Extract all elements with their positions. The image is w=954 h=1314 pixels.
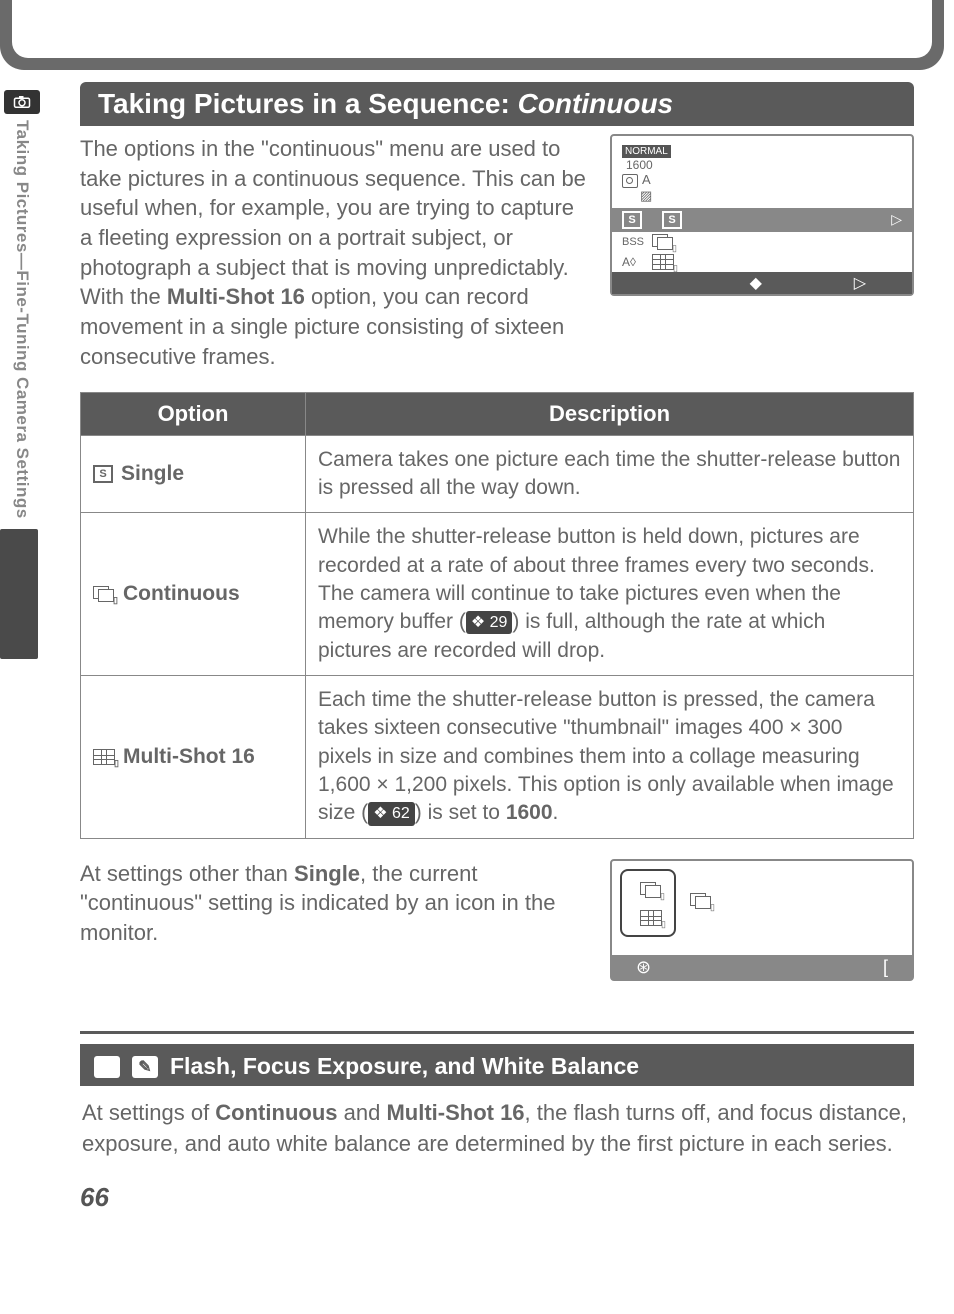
options-table: OptionDescription SSingle Camera takes o… xyxy=(80,392,914,839)
indicator-note: At settings other than Single, the curre… xyxy=(80,859,590,948)
intro-paragraph: The options in the "continuous" menu are… xyxy=(80,134,592,372)
col-option: Option xyxy=(81,392,306,435)
col-description: Description xyxy=(306,392,914,435)
battery-icon: [ xyxy=(883,955,888,979)
flash-status-icon: ⊛ xyxy=(636,955,651,979)
note-body: At settings of Continuous and Multi-Shot… xyxy=(80,1086,914,1172)
indicator-highlight-box: ▯ ▯ xyxy=(620,869,676,938)
table-row: ▯Multi-Shot 16 Each time the shutter-rel… xyxy=(81,675,914,838)
table-row: SSingle Camera takes one picture each ti… xyxy=(81,435,914,513)
mode-a: A xyxy=(642,172,651,187)
note-heading: ✎Flash, Focus Exposure, and White Balanc… xyxy=(80,1044,914,1086)
menu-screenshot: NORMAL 1600 A ▨ SS▷ BSS▯ A◊▯ ◆▷ xyxy=(610,134,914,296)
menu-row-ao: A◊▯ xyxy=(612,252,912,272)
single-desc: Camera takes one picture each time the s… xyxy=(306,435,914,513)
side-section-label: Taking Pictures—Fine-Tuning Camera Setti… xyxy=(12,120,32,519)
multishot-icon: ▯ xyxy=(640,910,662,926)
menu-row-single-selected: SS▷ xyxy=(612,208,912,232)
camera-mode-icon xyxy=(4,90,40,114)
camera-icon xyxy=(622,174,638,188)
page-ref-badge: ❖ 29 xyxy=(466,611,513,635)
side-tab-strip: Taking Pictures—Fine-Tuning Camera Setti… xyxy=(0,90,44,730)
indicator-screenshot: ▯ ▯ ▯ ⊛ [ xyxy=(610,859,914,982)
table-row: ▯Continuous While the shutter-release bu… xyxy=(81,513,914,676)
continuous-icon: ▯ xyxy=(690,893,712,909)
page-title: Taking Pictures in a Sequence: Continuou… xyxy=(80,82,914,126)
note-icon: ✎ xyxy=(132,1056,158,1078)
multishot-icon: ▯ xyxy=(652,254,674,270)
multishot-icon: ▯ xyxy=(93,749,115,765)
continuous-icon: ▯ xyxy=(93,586,115,602)
size-value: 1600 xyxy=(622,158,902,172)
page-ref-badge: ❖ 62 xyxy=(368,802,415,826)
lcd-nav-bar: ◆▷ xyxy=(612,272,912,294)
multishot-desc: Each time the shutter-release button is … xyxy=(306,675,914,838)
continuous-icon: ▯ xyxy=(640,882,662,898)
menu-row-bss: BSS▯ xyxy=(612,232,912,252)
side-dark-tab xyxy=(0,529,38,659)
page-number: 66 xyxy=(80,1182,914,1213)
single-icon: S xyxy=(93,465,113,483)
quality-badge: NORMAL xyxy=(622,145,671,158)
continuous-icon: ▯ xyxy=(652,234,674,250)
page-header-band xyxy=(0,0,944,70)
continuous-desc: While the shutter-release button is held… xyxy=(306,513,914,676)
